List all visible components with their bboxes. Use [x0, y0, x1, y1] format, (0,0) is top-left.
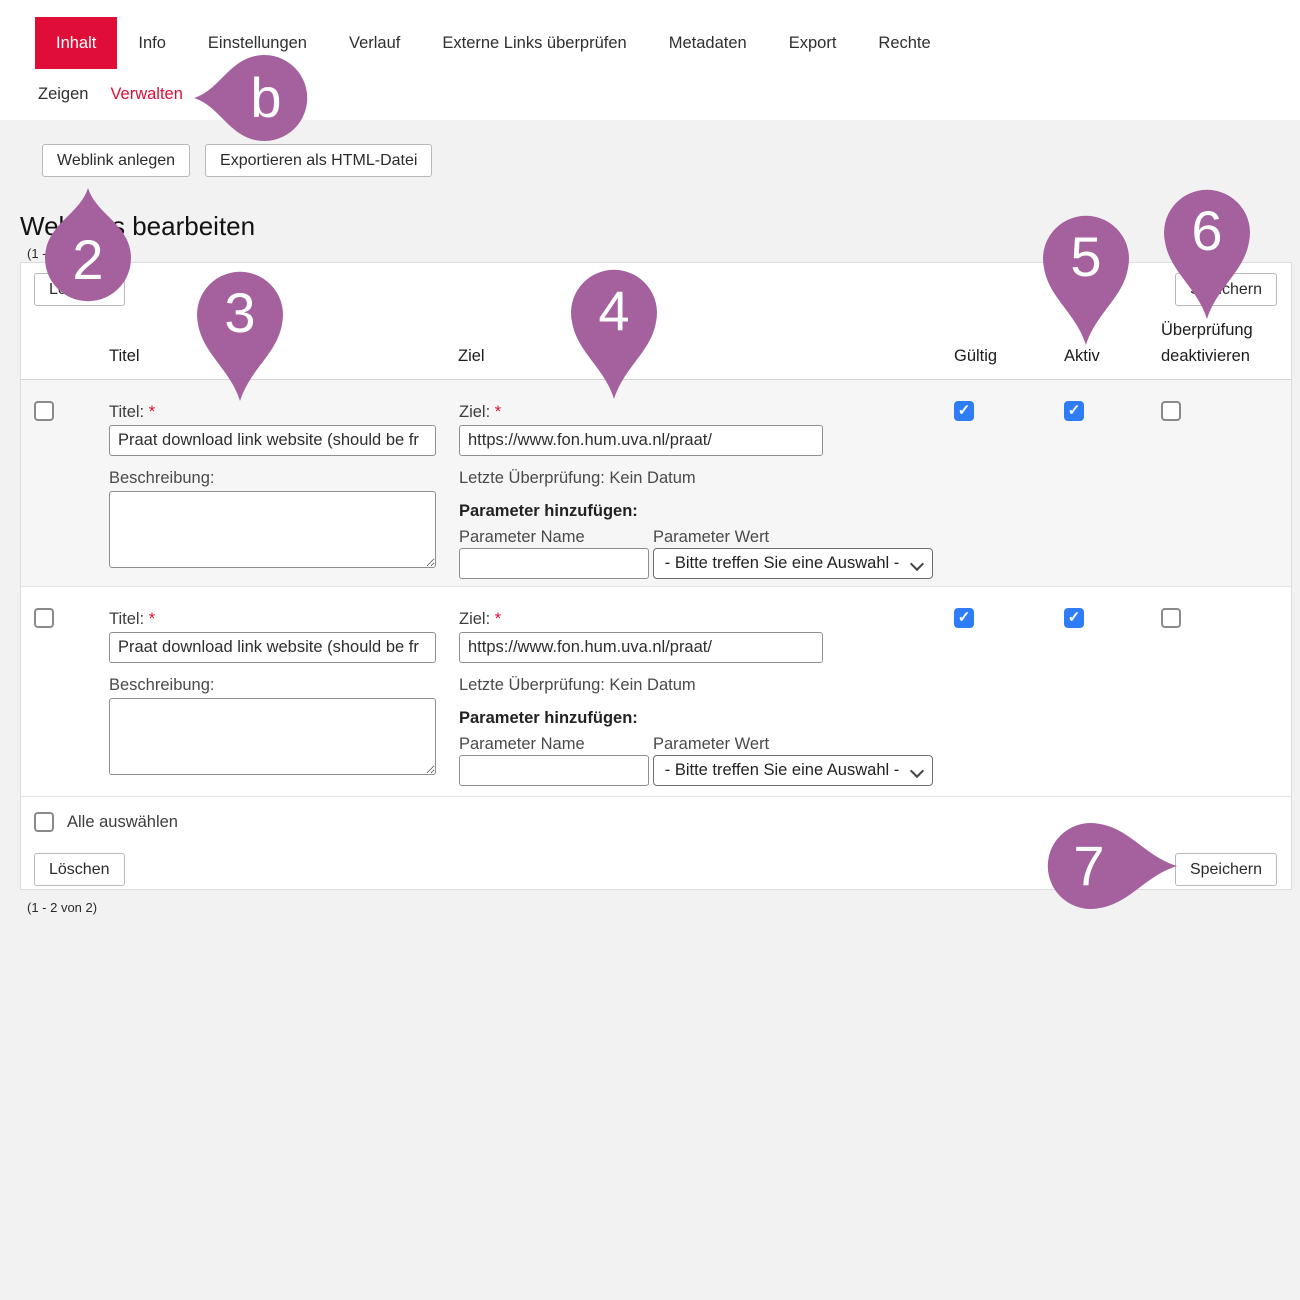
parameter-hinzufuegen-label: Parameter hinzufügen:	[459, 709, 638, 728]
ueberpruefung-deaktivieren-checkbox[interactable]	[1161, 608, 1181, 628]
table-row: Titel: * Beschreibung: Ziel: * Letzte Üb…	[21, 380, 1291, 586]
weblinks-table-panel: Löschen Speichern Titel Ziel Gültig Akti…	[20, 262, 1292, 890]
ziel-label-text: Ziel:	[459, 403, 490, 421]
required-asterisk: *	[149, 403, 155, 421]
table-row: Titel: * Beschreibung: Ziel: * Letzte Üb…	[21, 586, 1291, 796]
gueltig-checkbox[interactable]	[954, 401, 974, 421]
delete-button-top[interactable]: Löschen	[34, 273, 125, 306]
save-button-bottom[interactable]: Speichern	[1175, 853, 1277, 886]
tab-externe-links-ueberpruefen[interactable]: Externe Links überprüfen	[421, 17, 647, 69]
table-footer: Alle auswählen Löschen Speichern	[21, 796, 1291, 889]
gueltig-checkbox[interactable]	[954, 608, 974, 628]
tab-info[interactable]: Info	[117, 17, 187, 69]
top-bar: Inhalt Info Einstellungen Verlauf Extern…	[0, 0, 1300, 120]
aktiv-checkbox[interactable]	[1064, 608, 1084, 628]
screenshot-stage: Inhalt Info Einstellungen Verlauf Extern…	[0, 0, 1300, 1300]
create-weblink-button[interactable]: Weblink anlegen	[42, 144, 190, 177]
parameter-wert-label: Parameter Wert	[653, 528, 769, 547]
column-header-gueltig: Gültig	[954, 347, 997, 366]
required-asterisk: *	[495, 610, 501, 628]
parameter-name-input[interactable]	[459, 548, 649, 579]
row-select-checkbox[interactable]	[34, 608, 54, 628]
subtab-zeigen[interactable]: Zeigen	[38, 85, 88, 104]
titel-input[interactable]	[109, 632, 436, 663]
export-html-button[interactable]: Exportieren als HTML-Datei	[205, 144, 432, 177]
tab-rechte[interactable]: Rechte	[857, 17, 951, 69]
titel-label-text: Titel:	[109, 403, 144, 421]
aktiv-checkbox[interactable]	[1064, 401, 1084, 421]
column-header-ueberpruefung: Überprüfung	[1161, 321, 1253, 340]
beschreibung-textarea[interactable]	[109, 698, 436, 775]
parameter-name-label: Parameter Name	[459, 528, 585, 547]
select-all-checkbox[interactable]	[34, 812, 54, 832]
page-title: Weblinks bearbeiten	[20, 211, 255, 242]
main-tab-bar: Inhalt Info Einstellungen Verlauf Extern…	[35, 17, 952, 69]
beschreibung-label: Beschreibung:	[109, 676, 215, 695]
ueberpruefung-deaktivieren-checkbox[interactable]	[1161, 401, 1181, 421]
titel-label-text: Titel:	[109, 610, 144, 628]
required-asterisk: *	[149, 610, 155, 628]
sub-tab-bar: Zeigen Verwalten	[38, 70, 183, 119]
titel-input[interactable]	[109, 425, 436, 456]
result-range-top: (1 - 2 von 2)	[27, 246, 97, 261]
select-value: - Bitte treffen Sie eine Auswahl -	[665, 761, 900, 779]
ziel-input[interactable]	[459, 425, 823, 456]
save-button-top[interactable]: Speichern	[1175, 273, 1277, 306]
row-select-checkbox[interactable]	[34, 401, 54, 421]
tab-metadaten[interactable]: Metadaten	[648, 17, 768, 69]
select-value: - Bitte treffen Sie eine Auswahl -	[665, 554, 900, 572]
content-toolbar: Weblink anlegen Exportieren als HTML-Dat…	[42, 144, 432, 177]
beschreibung-label: Beschreibung:	[109, 469, 215, 488]
tab-einstellungen[interactable]: Einstellungen	[187, 17, 328, 69]
chevron-down-icon	[910, 557, 924, 571]
column-header-aktiv: Aktiv	[1064, 347, 1100, 366]
titel-label: Titel: *	[109, 403, 155, 422]
beschreibung-textarea[interactable]	[109, 491, 436, 568]
letzte-ueberpruefung-text: Letzte Überprüfung: Kein Datum	[459, 676, 696, 695]
parameter-hinzufuegen-label: Parameter hinzufügen:	[459, 502, 638, 521]
letzte-ueberpruefung-text: Letzte Überprüfung: Kein Datum	[459, 469, 696, 488]
tab-inhalt[interactable]: Inhalt	[35, 17, 117, 69]
parameter-name-input[interactable]	[459, 755, 649, 786]
ziel-label-text: Ziel:	[459, 610, 490, 628]
tab-verlauf[interactable]: Verlauf	[328, 17, 421, 69]
parameter-name-label: Parameter Name	[459, 735, 585, 754]
ziel-label: Ziel: *	[459, 403, 501, 422]
result-range-bottom: (1 - 2 von 2)	[27, 900, 97, 915]
subtab-verwalten[interactable]: Verwalten	[110, 85, 182, 104]
column-header-ziel: Ziel	[458, 347, 485, 366]
column-header-titel: Titel	[109, 347, 140, 366]
ziel-input[interactable]	[459, 632, 823, 663]
tab-export[interactable]: Export	[768, 17, 858, 69]
parameter-wert-select[interactable]: - Bitte treffen Sie eine Auswahl -	[653, 755, 933, 786]
select-all-label: Alle auswählen	[67, 813, 178, 832]
required-asterisk: *	[495, 403, 501, 421]
chevron-down-icon	[910, 764, 924, 778]
parameter-wert-select[interactable]: - Bitte treffen Sie eine Auswahl -	[653, 548, 933, 579]
column-header-deaktivieren: deaktivieren	[1161, 347, 1250, 366]
delete-button-bottom[interactable]: Löschen	[34, 853, 125, 886]
ziel-label: Ziel: *	[459, 610, 501, 629]
parameter-wert-label: Parameter Wert	[653, 735, 769, 754]
titel-label: Titel: *	[109, 610, 155, 629]
